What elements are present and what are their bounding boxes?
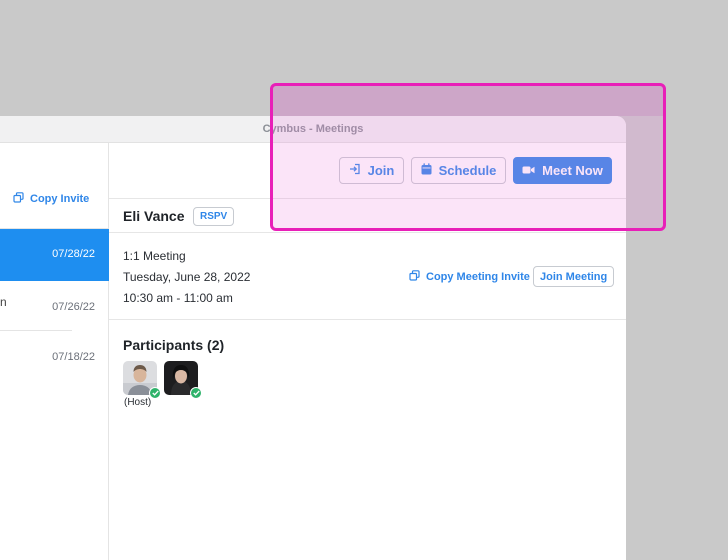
accepted-check-icon [190, 387, 202, 399]
highlight-shade [273, 86, 663, 116]
meeting-detail-pane: Join Schedule Meet Now Eli Vance RSPV 1:… [109, 143, 626, 560]
meeting-title-truncated: n [0, 295, 7, 309]
copy-icon [13, 192, 24, 206]
meeting-details: 1:1 Meeting Tuesday, June 28, 2022 10:30… [109, 233, 626, 320]
join-meeting-button[interactable]: Join Meeting [533, 266, 615, 287]
enter-icon [349, 163, 361, 178]
participants-title: Participants (2) [123, 337, 225, 353]
schedule-label: Schedule [438, 163, 497, 178]
meeting-date: 07/18/22 [52, 351, 95, 363]
copy-invite-label: Copy Invite [30, 193, 90, 205]
host-label: (Host) [124, 397, 152, 408]
meet-now-button[interactable]: Meet Now [513, 157, 612, 184]
copy-meeting-invite-label: Copy Meeting Invite [426, 271, 530, 283]
meeting-list-item[interactable]: 07/28/22 [0, 229, 109, 281]
meeting-toolbar: Join Schedule Meet Now [109, 143, 626, 199]
title-bar: Cymbus - Meetings [0, 116, 626, 143]
meeting-date: 07/28/22 [52, 248, 95, 260]
meeting-date: Tuesday, June 28, 2022 [123, 270, 251, 284]
calendar-icon [421, 163, 432, 178]
meeting-type: 1:1 Meeting [123, 249, 186, 263]
window-title: Cymbus - Meetings [262, 123, 364, 135]
join-button[interactable]: Join [339, 157, 404, 184]
copy-icon [409, 270, 420, 284]
meeting-list-sidebar: Copy Invite 07/28/22 n 07/26/22 07/18/22 [0, 143, 109, 560]
copy-invite-button[interactable]: Copy Invite [13, 192, 89, 206]
avatar[interactable] [123, 361, 161, 399]
host-name: Eli Vance [123, 208, 185, 224]
join-label: Join [367, 163, 395, 178]
meeting-list-item[interactable]: n 07/26/22 [0, 281, 109, 333]
avatar[interactable] [164, 361, 202, 399]
meeting-list-item[interactable]: 07/18/22 [0, 333, 109, 385]
meet-now-label: Meet Now [542, 163, 603, 178]
rspv-badge[interactable]: RSPV [193, 207, 235, 226]
meeting-time: 10:30 am - 11:00 am [123, 291, 233, 305]
schedule-button[interactable]: Schedule [411, 157, 506, 184]
meeting-header: Eli Vance RSPV [109, 199, 626, 233]
meeting-date: 07/26/22 [52, 301, 95, 313]
meetings-window: Cymbus - Meetings Copy Invite 07/28/22 n… [0, 116, 626, 560]
video-camera-icon [522, 163, 535, 178]
copy-meeting-invite-button[interactable]: Copy Meeting Invite [409, 270, 530, 284]
list-divider [0, 330, 72, 331]
